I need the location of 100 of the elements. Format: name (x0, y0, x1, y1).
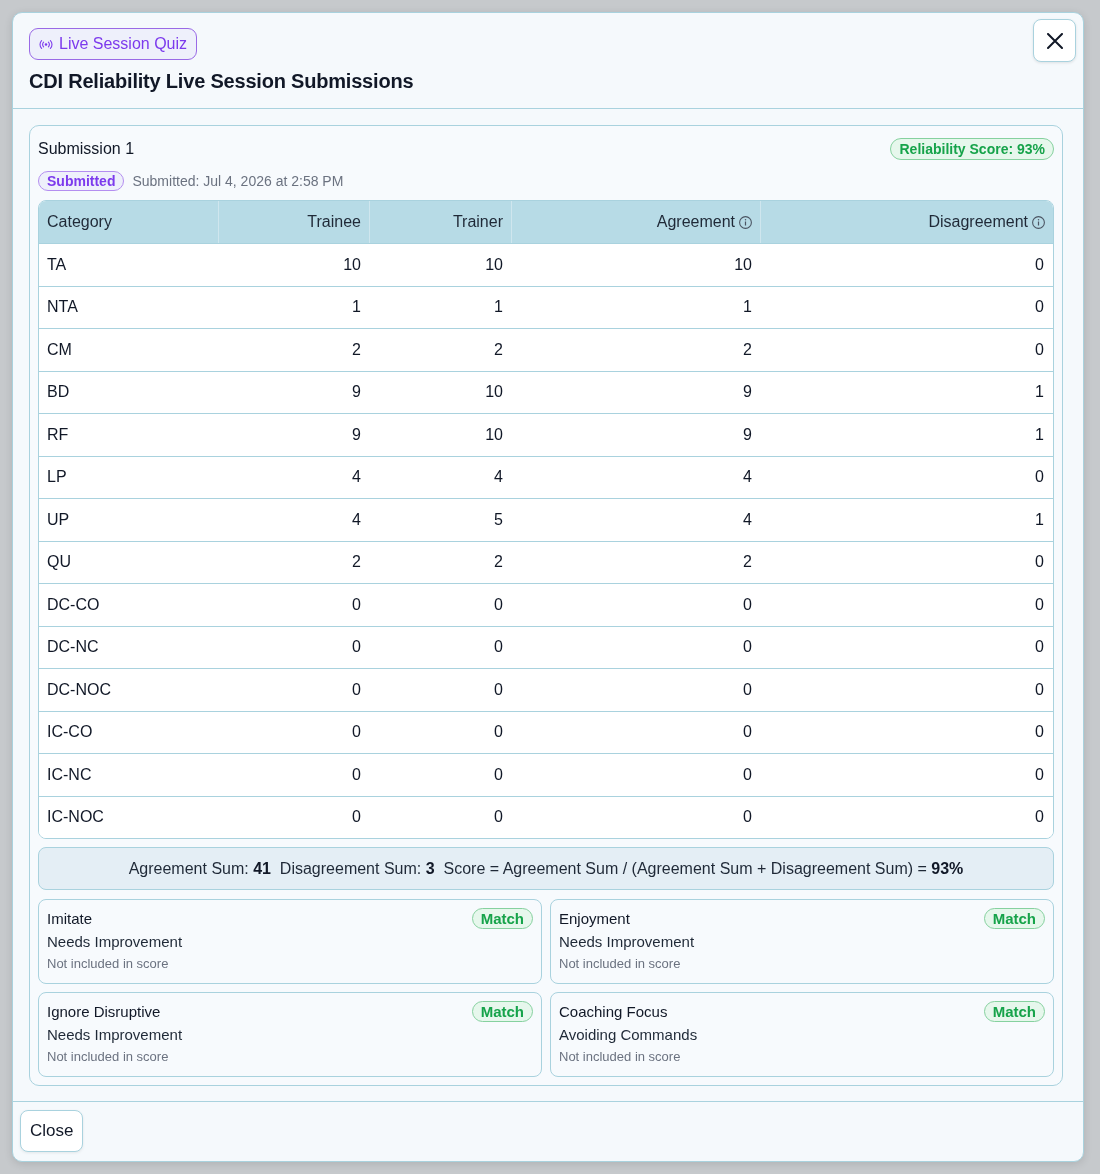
table-cell-text: RF (46, 424, 70, 445)
table-cell-text: 2 (493, 339, 504, 360)
table-cell-text: IC-NC (46, 764, 93, 785)
table-cell-text: 0 (351, 679, 362, 700)
table-cell-text: 4 (493, 467, 504, 488)
table-cell-text: 10 (484, 424, 504, 445)
table-cell-text: 2 (742, 339, 753, 360)
table-cell-text: 0 (493, 764, 504, 785)
column-header: Category (47, 213, 112, 231)
table-cell-text: 1 (1034, 424, 1045, 445)
table-cell-text: 1 (351, 297, 362, 318)
table-cell-text: 0 (742, 807, 753, 828)
table-cell-text: 0 (742, 722, 753, 743)
table-cell-text: DC-CO (46, 594, 101, 615)
table-cell-text: 0 (351, 637, 362, 658)
column-header: Trainee (307, 213, 361, 231)
table-cell-text: 2 (493, 552, 504, 573)
table-cell-text: UP (46, 509, 71, 530)
table-cell-text: 4 (742, 467, 753, 488)
criterion-value: Avoiding Commands (559, 1025, 698, 1045)
match-badge: Match (471, 1000, 533, 1022)
table-cell-text: DC-NC (46, 637, 100, 658)
criterion-value: Needs Improvement (47, 1025, 183, 1045)
badge-label: Live Session Quiz (59, 35, 188, 53)
table-cell-text: 10 (342, 254, 362, 275)
table-cell-text: 0 (493, 679, 504, 700)
table-cell-text: 0 (351, 722, 362, 743)
submitted-date: Submitted: Jul 4, 2026 at 2:58 PM (132, 173, 344, 189)
table-cell-text: 9 (351, 382, 362, 403)
criterion-label: Enjoyment (559, 909, 630, 927)
criterion-value: Needs Improvement (47, 932, 183, 952)
criterion-note: Not included in score (559, 956, 681, 972)
table-cell-text: 0 (493, 594, 504, 615)
submission-title: Submission 1 (38, 140, 135, 158)
table-cell-text: IC-NOC (46, 807, 105, 828)
table-cell-text: 10 (484, 382, 504, 403)
table-cell-text: 0 (1034, 637, 1045, 658)
table-cell-text: 1 (742, 297, 753, 318)
table-cell-text: 0 (1034, 339, 1045, 360)
criterion-note: Not included in score (47, 956, 169, 972)
table-cell-text: LP (46, 467, 68, 488)
criterion-label: Coaching Focus (559, 1002, 668, 1020)
match-badge: Match (983, 1000, 1045, 1022)
match-badge: Match (983, 907, 1045, 929)
column-header: Disagreement (928, 213, 1028, 231)
table-cell-text: 1 (1034, 382, 1045, 403)
table-cell-text: 4 (742, 509, 753, 530)
table-cell-text: 0 (493, 722, 504, 743)
table-cell-text: 4 (351, 509, 362, 530)
column-header: Agreement (656, 213, 735, 231)
table-cell-text: 2 (351, 552, 362, 573)
table-cell-text: 0 (742, 594, 753, 615)
table-cell-text: 0 (1034, 297, 1045, 318)
table-cell-text: 10 (484, 254, 504, 275)
table-cell-text: 0 (351, 594, 362, 615)
criterion-value: Needs Improvement (559, 932, 695, 952)
table-cell-text: BD (46, 382, 71, 403)
broadcast-icon (39, 39, 53, 49)
table-cell-text: 9 (351, 424, 362, 445)
table-cell-text: 5 (493, 509, 504, 530)
table-cell-text: 9 (742, 424, 753, 445)
table-cell-text: 4 (351, 467, 362, 488)
table-cell-text: 0 (1034, 594, 1045, 615)
table-cell-text: NTA (46, 297, 79, 318)
table-cell-text: 0 (493, 637, 504, 658)
criterion-label: Ignore Disruptive (47, 1002, 161, 1020)
column-header: Trainer (452, 213, 503, 231)
dialog-title: CDI Reliability Live Session Submissions (29, 69, 414, 93)
table-cell-text: 0 (742, 637, 753, 658)
table-cell-text: TA (46, 254, 68, 275)
table-cell-text: 9 (742, 382, 753, 403)
table-cell-text: QU (46, 552, 72, 573)
table-cell-text: IC-CO (46, 722, 94, 743)
table-cell-text: 2 (742, 552, 753, 573)
criterion-note: Not included in score (559, 1049, 681, 1065)
table-cell-text: 0 (1034, 764, 1045, 785)
close-icon (1046, 32, 1063, 49)
score-summary: Agreement Sum: 41 Disagreement Sum: 3 Score = Agreement Sum / (Agreement Sum + Disagreement Sum) = 93% (38, 847, 1054, 890)
criterion-label: Imitate (47, 909, 92, 927)
close-text-button[interactable]: Close (20, 1110, 84, 1152)
table-cell-text: 0 (742, 764, 753, 785)
table-cell-text: 0 (351, 764, 362, 785)
table-cell-text: 0 (1034, 254, 1045, 275)
table-cell-text: 0 (1034, 722, 1045, 743)
score-badge: Reliability Score: 93% (890, 138, 1054, 160)
close-button[interactable] (1033, 19, 1076, 62)
table-cell-text: 1 (1034, 509, 1045, 530)
table-cell-text: 1 (493, 297, 504, 318)
status-badge: Submitted (38, 171, 125, 191)
table-cell-text: 0 (742, 679, 753, 700)
table-cell-text: 0 (1034, 807, 1045, 828)
table-cell-text: 0 (351, 807, 362, 828)
table-cell-text: DC-NOC (46, 679, 112, 700)
table-cell-text: 0 (1034, 467, 1045, 488)
match-badge: Match (471, 907, 533, 929)
table-cell-text: 2 (351, 339, 362, 360)
table-cell-text: 0 (1034, 679, 1045, 700)
criterion-note: Not included in score (47, 1049, 169, 1065)
table-cell-text: 0 (493, 807, 504, 828)
table-cell-text: 0 (1034, 552, 1045, 573)
